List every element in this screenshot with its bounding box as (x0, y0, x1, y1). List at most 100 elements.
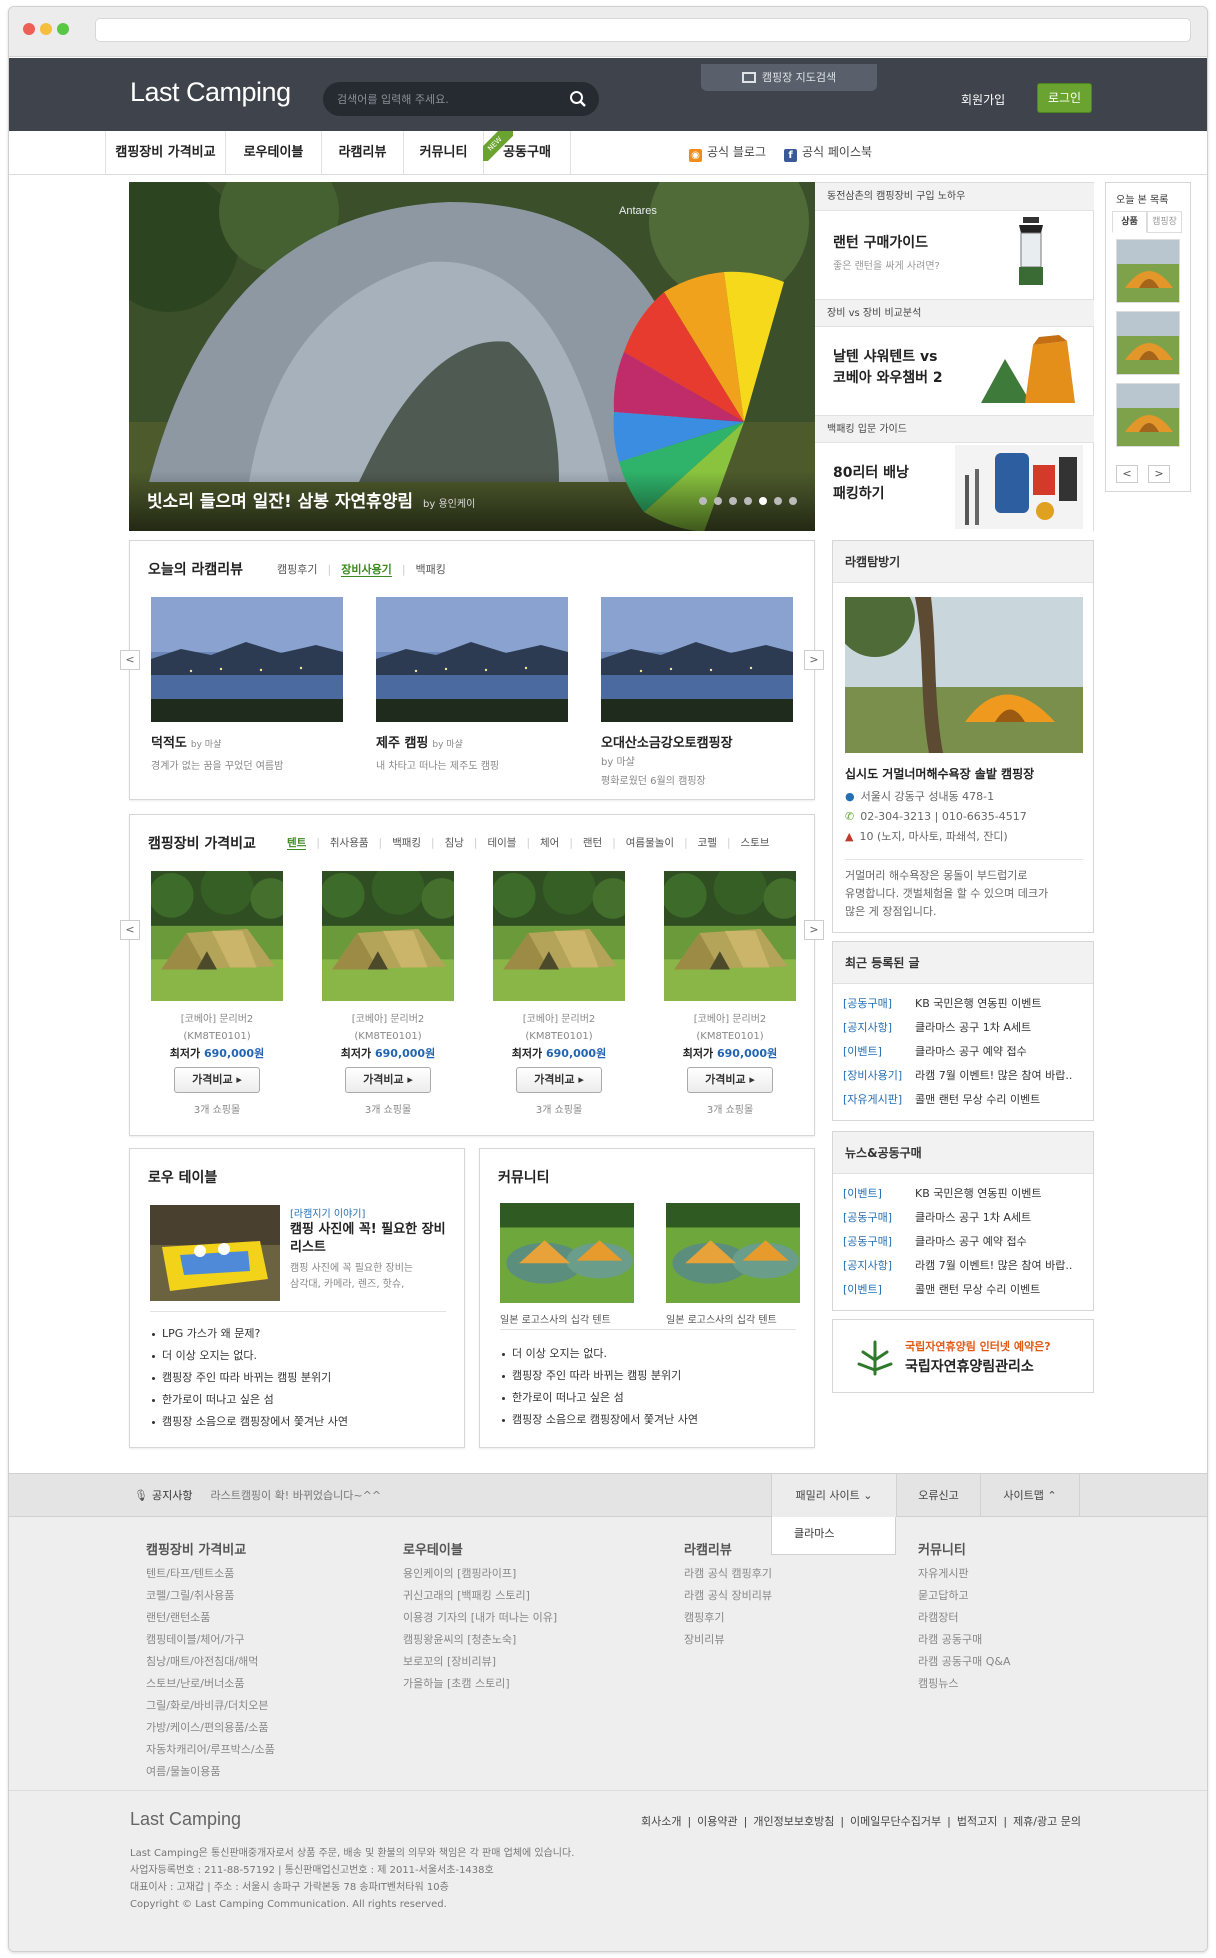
tab-tent[interactable]: 텐트 (287, 837, 307, 850)
sitemap-link[interactable]: 자유게시판 (918, 1563, 1010, 1585)
list-item[interactable]: 더 이상 오지는 없다. (500, 1343, 698, 1365)
sitemap-heading[interactable]: 커뮤니티 (918, 1539, 1010, 1558)
tab-cookset[interactable]: 코펠 (698, 837, 717, 849)
list-item[interactable]: 캠핑장 소음으로 캠핑장에서 쫓겨난 사연 (500, 1409, 698, 1431)
feature-backpacking[interactable]: 80리터 배낭 패킹하기 (815, 443, 1094, 531)
sitemap-link[interactable]: 자동차캐리어/루프박스/소품 (146, 1739, 275, 1761)
recent-item-thumb[interactable] (1116, 239, 1180, 303)
product-card[interactable]: [코베아] 문리버2 (KM8TE0101) 최저가 690,000원 가격비교 … (322, 871, 454, 1116)
sitemap-link[interactable]: 라캠 공식 캠핑후기 (684, 1563, 772, 1585)
footer-link[interactable]: 회사소개 (641, 1815, 681, 1828)
sitemap-link[interactable]: 그릴/화로/바비큐/더치오븐 (146, 1695, 275, 1717)
tab-sleeping-bag[interactable]: 침낭 (445, 837, 464, 849)
news-item[interactable]: [이벤트] 콜맨 랜턴 무상 수리 이벤트 (843, 1278, 1093, 1302)
join-link[interactable]: 회원가입 (961, 91, 1005, 108)
minimize-window-icon[interactable] (40, 23, 52, 35)
news-item[interactable]: [공지사항] 라캠 7월 이벤트! 많은 참여 바랍.. (843, 1254, 1093, 1278)
footer-link[interactable]: 제휴/광고 문의 (1013, 1815, 1081, 1828)
hero-dot[interactable] (714, 497, 722, 505)
sitemap-link[interactable]: 캠핑테이블/체어/가구 (146, 1629, 275, 1651)
tab-products[interactable]: 상품 (1112, 211, 1147, 233)
tab-lantern[interactable]: 랜턴 (583, 837, 602, 849)
recent-item-thumb[interactable] (1116, 311, 1180, 375)
products-prev-button[interactable]: < (120, 920, 140, 940)
list-item[interactable]: 캠핑장 주인 따라 바뀌는 캠핑 분위기 (150, 1367, 348, 1389)
tab-backpacking[interactable]: 백패킹 (416, 563, 446, 576)
tab-cookware[interactable]: 취사용품 (330, 837, 369, 849)
nav-item-price-compare[interactable]: 캠핑장비 가격비교 (105, 131, 225, 174)
sitemap-link[interactable]: 묻고답하고 (918, 1585, 1010, 1607)
sitemap-link[interactable]: 침낭/매트/야전침대/해먹 (146, 1651, 275, 1673)
news-item[interactable]: [공동구매] 클라마스 공구 1차 A세트 (843, 1206, 1093, 1230)
nav-item-lowtable[interactable]: 로우테이블 (225, 131, 321, 174)
sitemap-link[interactable]: 캠핑뉴스 (918, 1673, 1010, 1695)
post-item[interactable]: [장비사용기] 라캠 7월 이벤트! 많은 참여 바랍.. (843, 1064, 1093, 1088)
sitemap-toggle[interactable]: 사이트맵 ⌃ (980, 1474, 1080, 1518)
sitemap-link[interactable]: 스토브/난로/버너소품 (146, 1673, 275, 1695)
footer-logo[interactable]: Last Camping (130, 1809, 241, 1830)
post-item[interactable]: [이벤트] 클라마스 공구 예약 접수 (843, 1040, 1093, 1064)
recent-next-button[interactable]: > (1148, 465, 1170, 483)
sitemap-link[interactable]: 캠핑왕윤씨의 [청춘노숙] (403, 1629, 557, 1651)
sitemap-link[interactable]: 가방/케이스/편의용품/소품 (146, 1717, 275, 1739)
tab-chair[interactable]: 체어 (540, 837, 559, 849)
sitemap-link[interactable]: 보로꼬의 [장비리뷰] (403, 1651, 557, 1673)
list-item[interactable]: 캠핑장 주인 따라 바뀌는 캠핑 분위기 (500, 1365, 698, 1387)
search-icon[interactable] (569, 90, 587, 108)
sitemap-link[interactable]: 라캠 공식 장비리뷰 (684, 1585, 772, 1607)
sitemap-link[interactable]: 장비리뷰 (684, 1629, 772, 1651)
sitemap-link[interactable]: 코펠/그릴/취사용품 (146, 1585, 275, 1607)
product-card[interactable]: [코베아] 문리버2 (KM8TE0101) 최저가 690,000원 가격비교 … (151, 871, 283, 1116)
review-card[interactable]: 제주 캠핑 by 마샬 내 차타고 떠나는 제주도 캠핑 (376, 597, 568, 772)
official-blog-link[interactable]: ◉ 공식 블로그 (689, 131, 766, 174)
review-card[interactable]: 오대산소금강오토캠핑장 by 마샬 평화로웠던 6월의 캠핑장 (601, 597, 793, 787)
hero-title[interactable]: 빗소리 들으며 일잔! 삼봉 자연휴양림 by 용인케이 (147, 487, 475, 512)
review-next-button[interactable]: > (804, 650, 824, 670)
tab-summer[interactable]: 여름물놀이 (626, 837, 674, 849)
footer-link[interactable]: 이용약관 (697, 1815, 737, 1828)
footer-link[interactable]: 이메일무단수집거부 (850, 1815, 941, 1828)
news-item[interactable]: [이벤트] KB 국민은행 연동핀 이벤트 (843, 1182, 1093, 1206)
site-logo[interactable]: Last Camping (130, 77, 291, 108)
hero-dot[interactable] (774, 497, 782, 505)
forest-banner[interactable]: 국립자연휴양림 인터넷 예약은? 국립자연휴양림관리소 (832, 1319, 1094, 1393)
sitemap-heading[interactable]: 로우테이블 (403, 1539, 557, 1558)
feature-compare[interactable]: 날텐 샤워텐트 vs 코베아 와우챔버 2 (815, 327, 1094, 415)
sitemap-link[interactable]: 가을하늘 [초캠 스토리] (403, 1673, 557, 1695)
community-card[interactable]: 일본 로고스사의 십각 텐트 (666, 1203, 800, 1326)
tab-camping-review[interactable]: 캠핑후기 (277, 563, 317, 576)
products-next-button[interactable]: > (804, 920, 824, 940)
product-card[interactable]: [코베아] 문리버2 (KM8TE0101) 최저가 690,000원 가격비교 … (493, 871, 625, 1116)
sitemap-heading[interactable]: 캠핑장비 가격비교 (146, 1539, 275, 1558)
family-site-option[interactable]: 클라마스 (771, 1517, 896, 1555)
sitemap-link[interactable]: 이용경 기자의 [내가 떠나는 이유] (403, 1607, 557, 1629)
sitemap-heading[interactable]: 라캠리뷰 (684, 1539, 772, 1558)
nav-item-review[interactable]: 라캠리뷰 (321, 131, 403, 174)
hero-dot[interactable] (789, 497, 797, 505)
sitemap-link[interactable]: 귀신고래의 [백패킹 스토리] (403, 1585, 557, 1607)
tab-table[interactable]: 테이블 (487, 837, 516, 849)
news-item[interactable]: [공동구매] 클라마스 공구 예약 접수 (843, 1230, 1093, 1254)
hero-dot[interactable] (744, 497, 752, 505)
nav-item-community[interactable]: 커뮤니티 (403, 131, 483, 174)
address-bar[interactable] (95, 18, 1191, 42)
compare-price-button[interactable]: 가격비교 ▸ (516, 1067, 602, 1093)
explore-photo[interactable] (845, 597, 1083, 753)
sitemap-link[interactable]: 텐트/타프/텐트소품 (146, 1563, 275, 1585)
hero-slider[interactable]: Antares 빗소리 들으며 일잔! 삼봉 자연휴양림 by 용인케이 (129, 182, 815, 531)
notice[interactable]: 🎙 공지사항 라스트캠핑이 확! 바뀌었습니다~^^ (134, 1474, 381, 1518)
tab-stove[interactable]: 스토브 (740, 837, 769, 849)
sitemap-link[interactable]: 라캠장터 (918, 1607, 1010, 1629)
list-item[interactable]: 더 이상 오지는 없다. (150, 1345, 348, 1367)
compare-price-button[interactable]: 가격비교 ▸ (345, 1067, 431, 1093)
maximize-window-icon[interactable] (57, 23, 69, 35)
review-card[interactable]: 덕적도 by 마샬 경계가 없는 꿈을 꾸었던 여름밤 (151, 597, 343, 772)
sitemap-link[interactable]: 여름/물놀이용품 (146, 1761, 275, 1783)
compare-price-button[interactable]: 가격비교 ▸ (687, 1067, 773, 1093)
official-facebook-link[interactable]: f 공식 페이스북 (784, 131, 872, 174)
recent-prev-button[interactable]: < (1116, 465, 1138, 483)
tab-gear-review[interactable]: 장비사용기 (341, 563, 392, 577)
post-item[interactable]: [공동구매] KB 국민은행 연동핀 이벤트 (843, 992, 1093, 1016)
explore-name[interactable]: 십시도 거멀너머해수욕장 솔밭 캠핑장 (845, 765, 1034, 782)
post-item[interactable]: [공지사항] 클라마스 공구 1차 A세트 (843, 1016, 1093, 1040)
